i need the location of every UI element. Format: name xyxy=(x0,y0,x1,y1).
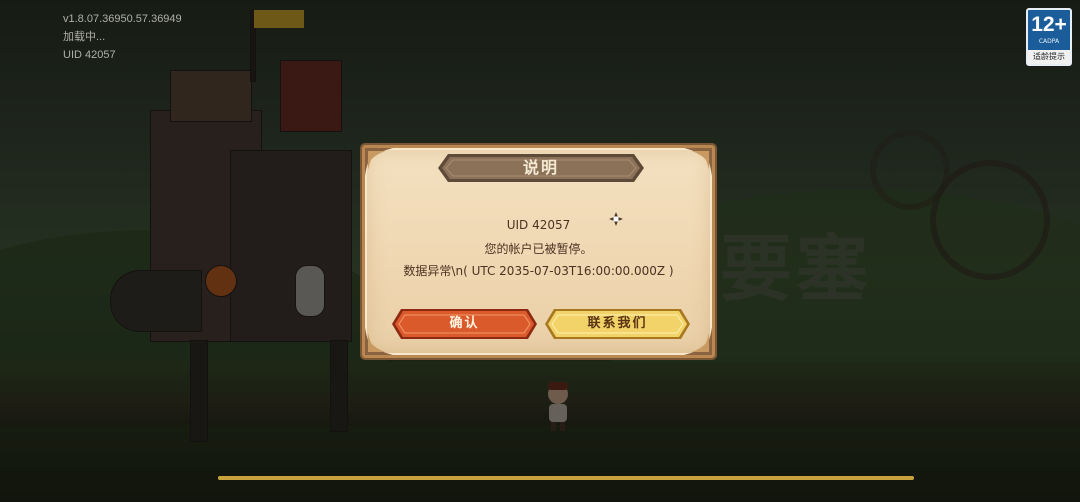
notice-dialog: 说明 UID 42057 您的帐户已被暂停。 数据异常\n( UTC 2035-… xyxy=(362,145,715,358)
contact-us-button[interactable]: 联系我们 xyxy=(545,309,690,339)
version-label: v1.8.07.36950.57.36949 xyxy=(63,13,182,25)
loading-bar-fill xyxy=(218,476,914,480)
confirm-button[interactable]: 确认 xyxy=(392,309,537,339)
age-rating-caption: 适龄提示 xyxy=(1028,50,1070,64)
age-rating-org: CADPA xyxy=(1038,38,1060,45)
uid-label: UID 42057 xyxy=(63,49,116,61)
corner-ornament xyxy=(363,146,397,180)
loading-bar xyxy=(218,476,914,480)
dialog-title-ribbon: 说明 xyxy=(438,152,644,184)
build-info: v1.8.07.36950.57.36949 加载中... UID 42057 xyxy=(63,10,182,64)
confirm-button-label: 确认 xyxy=(449,316,480,331)
contact-us-button-label: 联系我们 xyxy=(587,316,648,331)
dialog-title: 说明 xyxy=(522,158,559,177)
age-rating-number: 12+ xyxy=(1031,13,1067,36)
loading-label: 加载中... xyxy=(63,31,106,43)
dialog-uid-line: UID 42057 xyxy=(506,218,571,232)
dialog-suspended-line: 您的帐户已被暂停。 xyxy=(484,242,593,256)
corner-ornament xyxy=(680,146,714,180)
sparkle-icon xyxy=(609,212,623,226)
dialog-reason-line: 数据异常\n( UTC 2035-07-03T16:00:00.000Z ) xyxy=(403,264,674,278)
age-rating-badge: 12+ CADPA 适龄提示 xyxy=(1026,8,1072,66)
